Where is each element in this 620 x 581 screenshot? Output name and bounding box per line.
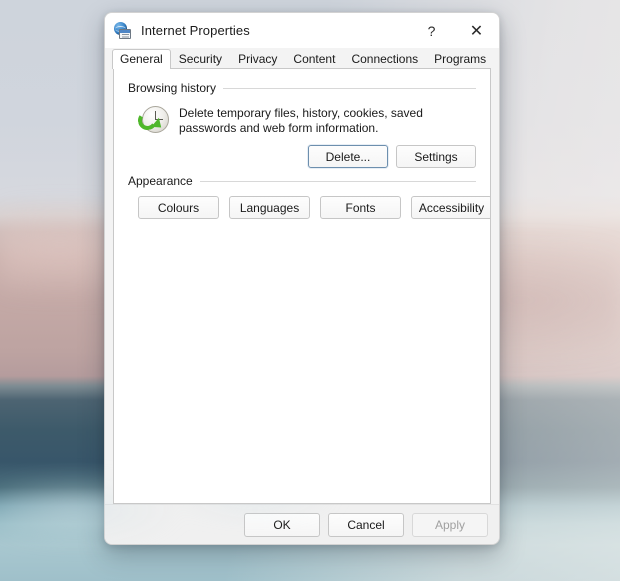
window-panel-icon — [119, 28, 131, 39]
appearance-header: Appearance — [128, 174, 476, 188]
title-bar: Internet Properties ? ✕ — [105, 13, 499, 48]
help-button[interactable]: ? — [409, 13, 454, 48]
browsing-history-title: Browsing history — [128, 81, 217, 95]
browsing-history-header: Browsing history — [128, 81, 476, 95]
languages-button[interactable]: Languages — [229, 196, 310, 219]
apply-button: Apply — [412, 512, 488, 537]
internet-properties-icon — [114, 21, 132, 40]
colours-button[interactable]: Colours — [138, 196, 219, 219]
tab-general[interactable]: General — [112, 49, 171, 69]
window-title: Internet Properties — [141, 23, 250, 38]
tab-content[interactable]: Content — [285, 49, 343, 69]
tab-programs[interactable]: Programs — [426, 49, 494, 69]
group-divider — [223, 87, 476, 89]
accessibility-button[interactable]: Accessibility — [411, 196, 490, 219]
dialog-footer: OK Cancel Apply — [105, 504, 499, 544]
appearance-title: Appearance — [128, 174, 193, 188]
browsing-history-description: Delete temporary files, history, cookies… — [179, 106, 423, 135]
browsing-history-row: Delete temporary files, history, cookies… — [128, 101, 476, 136]
history-clock-icon — [136, 105, 169, 136]
appearance-group: Appearance Colours Languages Fonts Acces… — [128, 174, 490, 219]
browsing-history-group: Browsing history Delete temporary files,… — [128, 81, 476, 168]
delete-button[interactable]: Delete... — [308, 145, 388, 168]
ok-button[interactable]: OK — [244, 512, 320, 537]
close-icon[interactable]: ✕ — [454, 13, 499, 48]
appearance-buttons: Colours Languages Fonts Accessibility — [128, 194, 490, 219]
caption-buttons: ? ✕ — [409, 13, 499, 48]
tab-connections[interactable]: Connections — [343, 49, 426, 69]
general-tab-panel: Browsing history Delete temporary files,… — [113, 68, 491, 504]
cancel-button[interactable]: Cancel — [328, 512, 404, 537]
fonts-button[interactable]: Fonts — [320, 196, 401, 219]
browsing-history-buttons: Delete... Settings — [128, 145, 476, 168]
tab-security[interactable]: Security — [171, 49, 230, 69]
tab-advanced[interactable]: Advanced — [494, 49, 499, 69]
internet-properties-dialog: Internet Properties ? ✕ General Security… — [104, 12, 500, 545]
tab-privacy[interactable]: Privacy — [230, 49, 285, 69]
settings-button[interactable]: Settings — [396, 145, 476, 168]
tab-strip: General Security Privacy Content Connect… — [105, 48, 499, 69]
group-divider — [199, 180, 476, 182]
desktop-wallpaper: Internet Properties ? ✕ General Security… — [0, 0, 620, 581]
